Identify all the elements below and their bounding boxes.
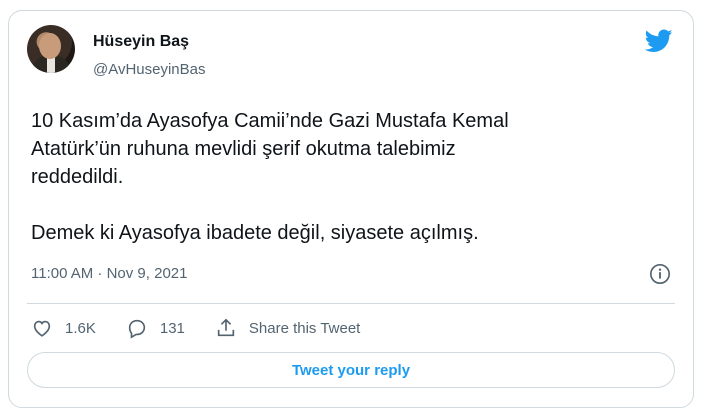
share-label: Share this Tweet	[248, 319, 361, 337]
heart-icon	[33, 320, 51, 337]
author-name[interactable]: Hüseyin Baş	[93, 33, 189, 51]
twitter-bird-icon[interactable]	[645, 29, 673, 53]
author-handle[interactable]: @AvHuseyinBas	[93, 61, 206, 78]
share-icon	[217, 318, 235, 337]
like-count: 1.6K	[65, 319, 96, 337]
tweet-timestamp[interactable]: 11:00 AM · Nov 9, 2021	[31, 265, 187, 282]
avatar-shirt	[47, 57, 55, 73]
tweet-your-reply-button[interactable]: Tweet your reply	[27, 352, 675, 388]
reply-count: 131	[159, 319, 185, 337]
avatar-face	[39, 33, 61, 59]
like-button[interactable]: 1.6K	[31, 317, 96, 339]
tweet-card: Hüseyin Baş @AvHuseyinBas 10 Kasım’da Ay…	[8, 10, 694, 408]
tweet-actions: 1.6K 131 Share this Tweet	[31, 315, 390, 341]
reply-bubble-icon	[128, 319, 146, 339]
divider	[27, 303, 675, 304]
share-button[interactable]: Share this Tweet	[215, 317, 360, 339]
avatar[interactable]	[27, 25, 75, 73]
tweet-text: 10 Kasım’da Ayasofya Camii’nde Gazi Must…	[31, 110, 509, 244]
reply-button[interactable]: 131	[126, 317, 185, 339]
info-icon[interactable]	[649, 263, 671, 285]
